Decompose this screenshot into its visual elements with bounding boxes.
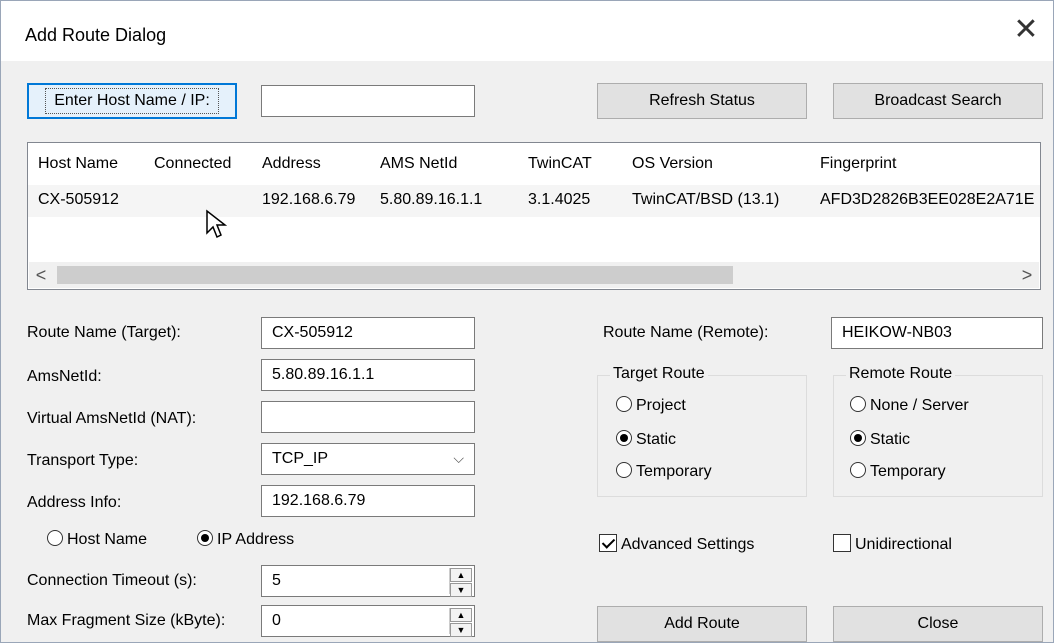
remote-route-static-radio[interactable]: Static <box>850 430 910 449</box>
enter-host-label: Enter Host Name / IP: <box>45 88 219 114</box>
host-name-radio[interactable]: Host Name <box>47 530 147 549</box>
remote-route-temporary-label: Temporary <box>870 463 946 480</box>
scroll-thumb[interactable] <box>57 266 733 284</box>
radio-icon <box>616 462 632 478</box>
col-host-name[interactable]: Host Name <box>38 155 118 173</box>
route-name-remote-input[interactable]: HEIKOW-NB03 <box>831 317 1043 349</box>
address-info-input[interactable]: 192.168.6.79 <box>261 485 475 517</box>
col-os-version[interactable]: OS Version <box>632 155 713 173</box>
radio-selected-icon <box>850 430 866 446</box>
amsnetid-input[interactable]: 5.80.89.16.1.1 <box>261 359 475 391</box>
transport-type-select[interactable]: TCP_IP ⌵ <box>261 443 475 475</box>
add-route-dialog: Add Route Dialog ✕ Enter Host Name / IP:… <box>0 0 1054 643</box>
target-route-group: Target Route Project Static Temporary <box>597 365 807 497</box>
chevron-down-icon[interactable]: ⌵ <box>453 450 464 467</box>
ip-address-radio-label: IP Address <box>217 531 295 548</box>
remote-route-group: Remote Route None / Server Static Tempor… <box>833 365 1043 497</box>
mouse-pointer-icon <box>206 209 227 239</box>
enter-host-button[interactable]: Enter Host Name / IP: <box>27 83 237 119</box>
checkbox-icon <box>833 534 851 552</box>
host-input[interactable] <box>261 85 475 117</box>
max-fragment-spinner[interactable]: ▲ ▼ <box>449 608 472 637</box>
spin-up-icon[interactable]: ▲ <box>450 608 472 622</box>
remote-route-none-radio[interactable]: None / Server <box>850 396 969 415</box>
cell-address: 192.168.6.79 <box>262 191 356 208</box>
remote-route-temporary-radio[interactable]: Temporary <box>850 462 946 481</box>
target-route-temporary-label: Temporary <box>636 463 712 480</box>
cell-ams-netid: 5.80.89.16.1.1 <box>380 191 483 208</box>
target-route-legend: Target Route <box>610 365 708 383</box>
route-name-target-label: Route Name (Target): <box>27 324 181 341</box>
radio-icon <box>47 530 63 546</box>
max-fragment-value: 0 <box>272 612 281 629</box>
cell-twincat: 3.1.4025 <box>528 191 591 208</box>
connection-timeout-input[interactable]: 5 ▲ ▼ <box>261 565 475 597</box>
radio-selected-icon <box>616 430 632 446</box>
route-name-remote-label: Route Name (Remote): <box>603 324 769 341</box>
host-list[interactable]: Host Name Connected Address AMS NetId Tw… <box>27 142 1041 290</box>
unidirectional-checkbox[interactable]: Unidirectional <box>833 534 952 554</box>
cell-fingerprint: AFD3D2826B3EE028E2A71E <box>820 191 1035 208</box>
add-route-button[interactable]: Add Route <box>597 606 807 642</box>
table-row[interactable]: CX-505912 192.168.6.79 5.80.89.16.1.1 3.… <box>28 185 1040 217</box>
spin-down-icon[interactable]: ▼ <box>450 623 472 637</box>
route-name-target-input[interactable]: CX-505912 <box>261 317 475 349</box>
refresh-status-button[interactable]: Refresh Status <box>597 83 807 119</box>
close-button[interactable]: Close <box>833 606 1043 642</box>
virtual-amsnetid-input[interactable] <box>261 401 475 433</box>
max-fragment-label: Max Fragment Size (kByte): <box>27 612 226 629</box>
ip-address-radio[interactable]: IP Address <box>197 530 294 549</box>
target-route-project-radio[interactable]: Project <box>616 396 686 415</box>
cell-host-name: CX-505912 <box>38 191 119 208</box>
max-fragment-input[interactable]: 0 ▲ ▼ <box>261 605 475 637</box>
remote-route-none-label: None / Server <box>870 397 969 414</box>
virtual-amsnetid-label: Virtual AmsNetId (NAT): <box>27 410 197 427</box>
target-route-project-label: Project <box>636 397 686 414</box>
radio-icon <box>850 462 866 478</box>
col-ams-netid[interactable]: AMS NetId <box>380 155 457 173</box>
radio-selected-icon <box>197 530 213 546</box>
horizontal-scrollbar[interactable]: < > <box>29 262 1039 288</box>
connection-timeout-spinner[interactable]: ▲ ▼ <box>449 568 472 597</box>
connection-timeout-value: 5 <box>272 572 281 589</box>
col-fingerprint[interactable]: Fingerprint <box>820 155 896 173</box>
target-route-static-label: Static <box>636 431 677 448</box>
unidirectional-label: Unidirectional <box>855 536 952 553</box>
col-twincat[interactable]: TwinCAT <box>528 155 592 173</box>
chevron-left-icon[interactable]: < <box>31 264 51 286</box>
col-connected[interactable]: Connected <box>154 155 231 173</box>
spin-up-icon[interactable]: ▲ <box>450 568 472 582</box>
chevron-right-icon[interactable]: > <box>1017 264 1037 286</box>
title-bar: Add Route Dialog ✕ <box>1 1 1053 61</box>
list-header: Host Name Connected Address AMS NetId Tw… <box>28 149 1040 181</box>
radio-icon <box>850 396 866 412</box>
broadcast-search-button[interactable]: Broadcast Search <box>833 83 1043 119</box>
dialog-title: Add Route Dialog <box>25 25 167 45</box>
target-route-static-radio[interactable]: Static <box>616 430 676 449</box>
col-address[interactable]: Address <box>262 155 321 173</box>
spin-down-icon[interactable]: ▼ <box>450 583 472 597</box>
transport-type-value: TCP_IP <box>272 450 329 467</box>
address-info-label: Address Info: <box>27 494 122 511</box>
checkbox-checked-icon <box>599 534 617 552</box>
connection-timeout-label: Connection Timeout (s): <box>27 572 197 589</box>
close-icon[interactable]: ✕ <box>1011 15 1041 45</box>
remote-route-legend: Remote Route <box>846 365 956 383</box>
cell-os-version: TwinCAT/BSD (13.1) <box>632 191 780 208</box>
advanced-settings-checkbox[interactable]: Advanced Settings <box>599 534 754 554</box>
amsnetid-label: AmsNetId: <box>27 368 102 385</box>
advanced-settings-label: Advanced Settings <box>621 536 755 553</box>
radio-icon <box>616 396 632 412</box>
remote-route-static-label: Static <box>870 431 911 448</box>
transport-type-label: Transport Type: <box>27 452 139 469</box>
host-name-radio-label: Host Name <box>67 531 148 548</box>
target-route-temporary-radio[interactable]: Temporary <box>616 462 712 481</box>
